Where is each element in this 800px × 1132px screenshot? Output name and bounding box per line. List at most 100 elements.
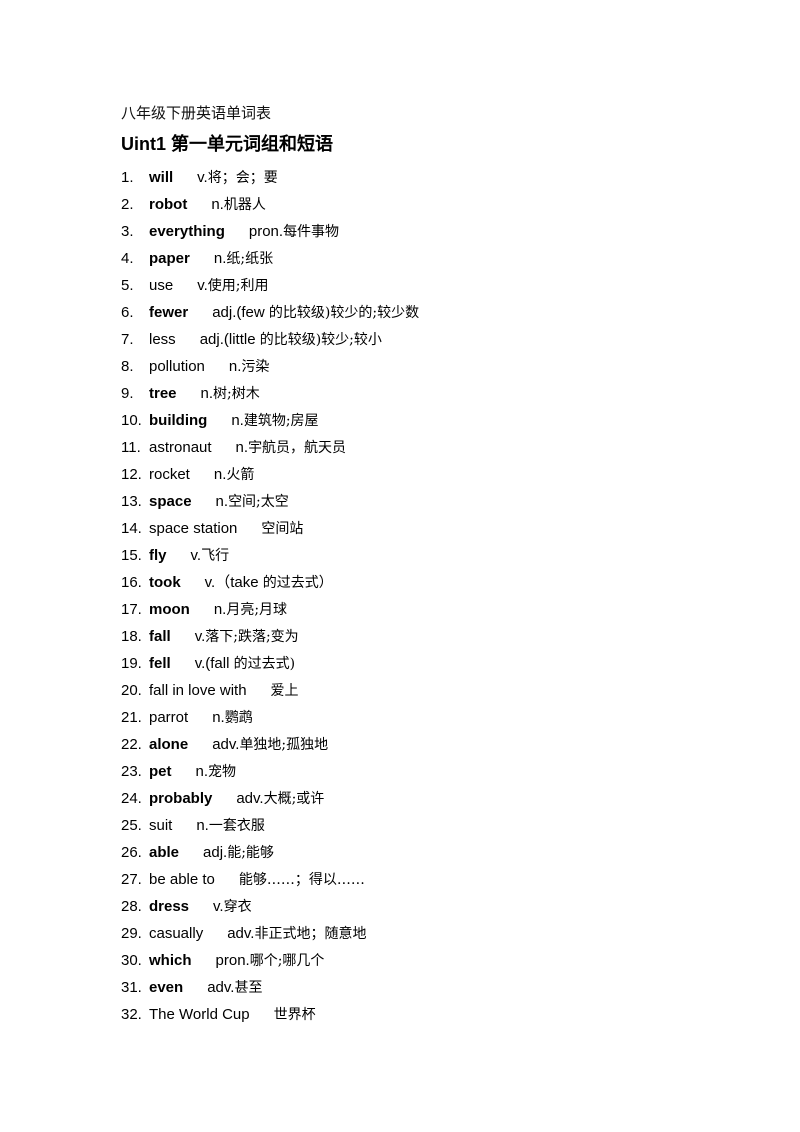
item-word: pet bbox=[149, 763, 172, 780]
item-number: 9. bbox=[121, 385, 134, 402]
item-meaning: 纸;纸张 bbox=[226, 251, 274, 267]
vocabulary-item: 17. moon n.月亮;月球 bbox=[121, 596, 721, 623]
vocabulary-item: 21. parrot n.鹦鹉 bbox=[121, 704, 721, 731]
item-meaning: 的过去式） bbox=[262, 575, 333, 591]
item-definition: 空间站 bbox=[261, 515, 303, 542]
item-word: use bbox=[149, 277, 174, 294]
item-pos: adj. bbox=[203, 844, 228, 861]
item-number: 3. bbox=[121, 223, 134, 240]
item-meaning: 非正式地；随意地 bbox=[254, 926, 367, 942]
item-number: 29. bbox=[121, 925, 142, 942]
item-word: astronaut bbox=[149, 439, 212, 456]
item-definition: n.宇航员，航天员 bbox=[236, 434, 347, 461]
item-meaning: 的比较级)较少;较小 bbox=[259, 332, 382, 348]
item-pos: n. bbox=[228, 358, 242, 375]
item-definition: n.污染 bbox=[229, 353, 270, 380]
vocabulary-item: 16. took v.（take 的过去式） bbox=[121, 569, 721, 596]
vocabulary-item: 18. fall v.落下;跌落;变为 bbox=[121, 623, 721, 650]
vocabulary-item: 24. probably adv.大概;或许 bbox=[121, 785, 721, 812]
vocabulary-item: 26. able adj.能;能够 bbox=[121, 839, 721, 866]
item-definition: n.纸;纸张 bbox=[214, 245, 273, 272]
item-number: 25. bbox=[121, 817, 142, 834]
vocabulary-item: 25. suit n.一套衣服 bbox=[121, 812, 721, 839]
item-number: 30. bbox=[121, 952, 142, 969]
vocabulary-item: 1. will v.将；会；要 bbox=[121, 164, 721, 191]
item-number: 20. bbox=[121, 682, 142, 699]
item-definition: v.落下;跌落;变为 bbox=[195, 623, 299, 650]
item-word: casually bbox=[149, 925, 204, 942]
item-definition: n.空间;太空 bbox=[216, 488, 289, 515]
item-word: moon bbox=[149, 601, 190, 618]
item-meaning: 落下;跌落;变为 bbox=[205, 629, 299, 645]
item-definition: n.树;树木 bbox=[201, 380, 260, 407]
item-meaning: 空间站 bbox=[261, 521, 304, 537]
vocabulary-item: 12. rocket n.火箭 bbox=[121, 461, 721, 488]
item-word: be able to bbox=[149, 871, 215, 888]
item-definition: v.穿衣 bbox=[213, 893, 252, 920]
item-meaning: 穿衣 bbox=[223, 899, 252, 915]
item-pos: n. bbox=[213, 466, 227, 483]
item-definition: n.机器人 bbox=[211, 191, 266, 218]
item-meaning: 世界杯 bbox=[273, 1007, 316, 1023]
vocabulary-item: 3. everything pron.每件事物 bbox=[121, 218, 721, 245]
item-pos: v.(fall bbox=[194, 655, 234, 672]
item-word: fall bbox=[149, 628, 171, 645]
item-definition: n.宠物 bbox=[196, 758, 237, 785]
item-meaning: 能;能够 bbox=[227, 845, 274, 861]
item-word: everything bbox=[149, 223, 225, 240]
item-meaning: 甚至 bbox=[234, 980, 263, 996]
item-number: 17. bbox=[121, 601, 142, 618]
item-number: 6. bbox=[121, 304, 134, 321]
item-word: The World Cup bbox=[149, 1006, 250, 1023]
item-word: fly bbox=[149, 547, 167, 564]
vocabulary-item: 32. The World Cup 世界杯 bbox=[121, 1001, 721, 1028]
vocabulary-item: 14. space station 空间站 bbox=[121, 515, 721, 542]
item-number: 13. bbox=[121, 493, 142, 510]
item-definition: n.鹦鹉 bbox=[212, 704, 253, 731]
item-definition: adj.能;能够 bbox=[203, 839, 274, 866]
item-definition: v.飞行 bbox=[191, 542, 230, 569]
item-definition: n.月亮;月球 bbox=[214, 596, 287, 623]
item-meaning: 每件事物 bbox=[283, 224, 340, 240]
vocabulary-item: 27. be able to 能够……；得以…… bbox=[121, 866, 721, 893]
vocabulary-item: 2. robot n.机器人 bbox=[121, 191, 721, 218]
item-pos: adj.(few bbox=[212, 304, 269, 321]
item-meaning: 单独地;孤独地 bbox=[239, 737, 329, 753]
item-meaning: 飞行 bbox=[201, 548, 230, 564]
item-number: 21. bbox=[121, 709, 142, 726]
item-meaning: 宇航员，航天员 bbox=[248, 440, 347, 456]
item-word: parrot bbox=[149, 709, 189, 726]
document-title: 八年级下册英语单词表 bbox=[121, 104, 272, 122]
item-meaning: 爱上 bbox=[270, 683, 299, 699]
item-pos: v. bbox=[213, 898, 224, 915]
item-definition: v.(fall 的过去式) bbox=[195, 650, 295, 677]
item-pos: n. bbox=[212, 709, 225, 726]
item-word: fell bbox=[149, 655, 171, 672]
item-word: building bbox=[149, 412, 208, 429]
item-definition: adj.(few 的比较级)较少的;较少数 bbox=[212, 299, 419, 326]
item-definition: n.火箭 bbox=[214, 461, 255, 488]
item-word: even bbox=[149, 979, 184, 996]
item-number: 22. bbox=[121, 736, 142, 753]
item-number: 28. bbox=[121, 898, 142, 915]
item-number: 7. bbox=[121, 331, 134, 348]
vocabulary-item: 29. casually adv.非正式地；随意地 bbox=[121, 920, 721, 947]
item-definition: 世界杯 bbox=[274, 1001, 316, 1028]
item-word: paper bbox=[149, 250, 190, 267]
item-number: 14. bbox=[121, 520, 142, 537]
item-definition: n.一套衣服 bbox=[196, 812, 265, 839]
item-word: less bbox=[149, 331, 176, 348]
item-pos: n. bbox=[195, 763, 209, 780]
vocabulary-item: 22. alone adv.单独地;孤独地 bbox=[121, 731, 721, 758]
item-word: will bbox=[149, 169, 174, 186]
vocabulary-item: 30. which pron.哪个;哪几个 bbox=[121, 947, 721, 974]
item-meaning: 的过去式) bbox=[233, 656, 296, 672]
vocabulary-item: 6. fewer adj.(few 的比较级)较少的;较少数 bbox=[121, 299, 721, 326]
item-word: suit bbox=[149, 817, 173, 834]
unit-heading-en: Uint1 bbox=[121, 134, 166, 154]
item-pos: n. bbox=[231, 412, 244, 429]
item-definition: adv.单独地;孤独地 bbox=[212, 731, 328, 758]
vocabulary-item: 4. paper n.纸;纸张 bbox=[121, 245, 721, 272]
item-word: took bbox=[149, 574, 181, 591]
item-number: 10. bbox=[121, 412, 142, 429]
